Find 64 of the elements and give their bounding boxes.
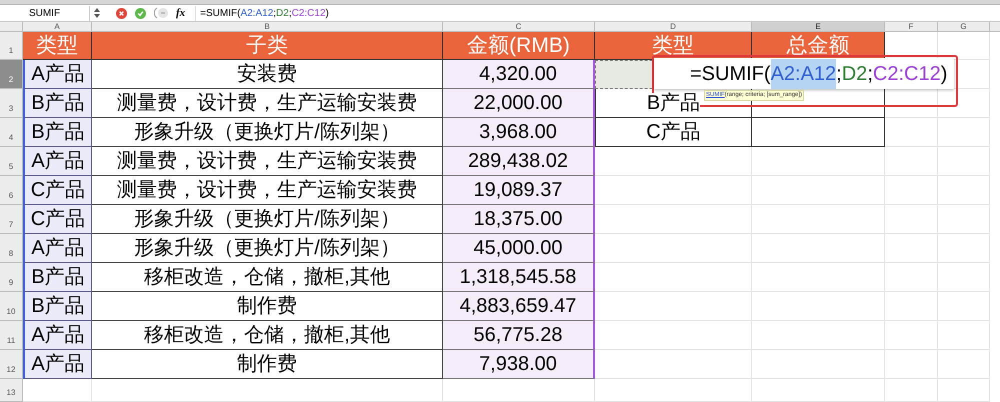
table-cell: 形象升级（更换灯片/陈列架）: [92, 234, 443, 263]
row-header[interactable]: 4: [0, 118, 23, 147]
row-header[interactable]: 6: [0, 176, 23, 205]
table-cell: 4,320.00: [443, 60, 595, 89]
table-cell: 7,938.00: [443, 350, 595, 379]
row-header[interactable]: 13: [0, 379, 23, 402]
column-header[interactable]: F: [885, 22, 938, 31]
fx-label[interactable]: fx: [176, 4, 186, 22]
table-cell: A产品: [23, 350, 92, 379]
table-cell: 289,438.02: [443, 147, 595, 176]
table-cell: 移柜改造，仓储，撤柜,其他: [92, 263, 443, 292]
column-title: 类型: [595, 32, 752, 60]
column-header[interactable]: A: [23, 22, 92, 31]
row-header[interactable]: 5: [0, 147, 23, 176]
table-cell: B产品: [23, 292, 92, 321]
table-cell: 测量费，设计费，生产运输安装费: [92, 147, 443, 176]
table-cell: 1,318,545.58: [443, 263, 595, 292]
row-header[interactable]: 11: [0, 321, 23, 350]
table-cell: C产品: [23, 176, 92, 205]
table-cell: 制作费: [92, 350, 443, 379]
row-header[interactable]: 9: [0, 263, 23, 292]
table-cell: C产品: [23, 205, 92, 234]
row-header[interactable]: 2: [0, 60, 23, 89]
confirm-icon[interactable]: [135, 8, 146, 18]
table-cell: 制作费: [92, 292, 443, 321]
table-cell: A产品: [23, 321, 92, 350]
table-cell: 3,968.00: [443, 118, 595, 147]
row-header[interactable]: 10: [0, 292, 23, 321]
table-cell: 18,375.00: [443, 205, 595, 234]
table-cell: B产品: [23, 263, 92, 292]
table-cell: 安装费: [92, 60, 443, 89]
table-cell: A产品: [23, 234, 92, 263]
name-box[interactable]: SUMIF: [0, 6, 90, 20]
table-cell: 56,775.28: [443, 321, 595, 350]
table-cell: A产品: [23, 60, 92, 89]
row-header[interactable]: 1: [0, 32, 23, 60]
formula-field[interactable]: =SUMIF(A2:A12;D2;C2:C12): [195, 6, 1000, 20]
table-cell: 测量费，设计费，生产运输安装费: [92, 176, 443, 205]
column-header[interactable]: E: [752, 22, 885, 31]
row-header[interactable]: 12: [0, 350, 23, 379]
function-wizard-icon[interactable]: [154, 7, 170, 19]
column-header[interactable]: B: [92, 22, 443, 31]
table-cell-text: C产品: [646, 122, 701, 142]
row-header[interactable]: 8: [0, 234, 23, 263]
column-header[interactable]: C: [443, 22, 595, 31]
column-title: 子类: [92, 32, 443, 60]
table-cell: 4,883,659.47: [443, 292, 595, 321]
column-title: 金额(RMB): [443, 32, 595, 60]
column-header[interactable]: G: [938, 22, 990, 31]
table-cell: 22,000.00: [443, 89, 595, 118]
table-cell-text: B产品: [646, 93, 700, 113]
table-cell: B产品: [23, 89, 92, 118]
table-cell: 19,089.37: [443, 176, 595, 205]
table-cell: 测量费，设计费，生产运输安装费: [92, 89, 443, 118]
row-header[interactable]: 7: [0, 205, 23, 234]
table-cell: 移柜改造，仓储，撤柜,其他: [92, 321, 443, 350]
table-cell: A产品: [23, 147, 92, 176]
column-title: 类型: [23, 32, 92, 60]
table-cell: B产品: [23, 118, 92, 147]
table-cell: 形象升级（更换灯片/陈列架）: [92, 118, 443, 147]
table-cell: 45,000.00: [443, 234, 595, 263]
cancel-icon[interactable]: [116, 8, 127, 18]
row-header[interactable]: 3: [0, 89, 23, 118]
table-cell: 形象升级（更换灯片/陈列架）: [92, 205, 443, 234]
